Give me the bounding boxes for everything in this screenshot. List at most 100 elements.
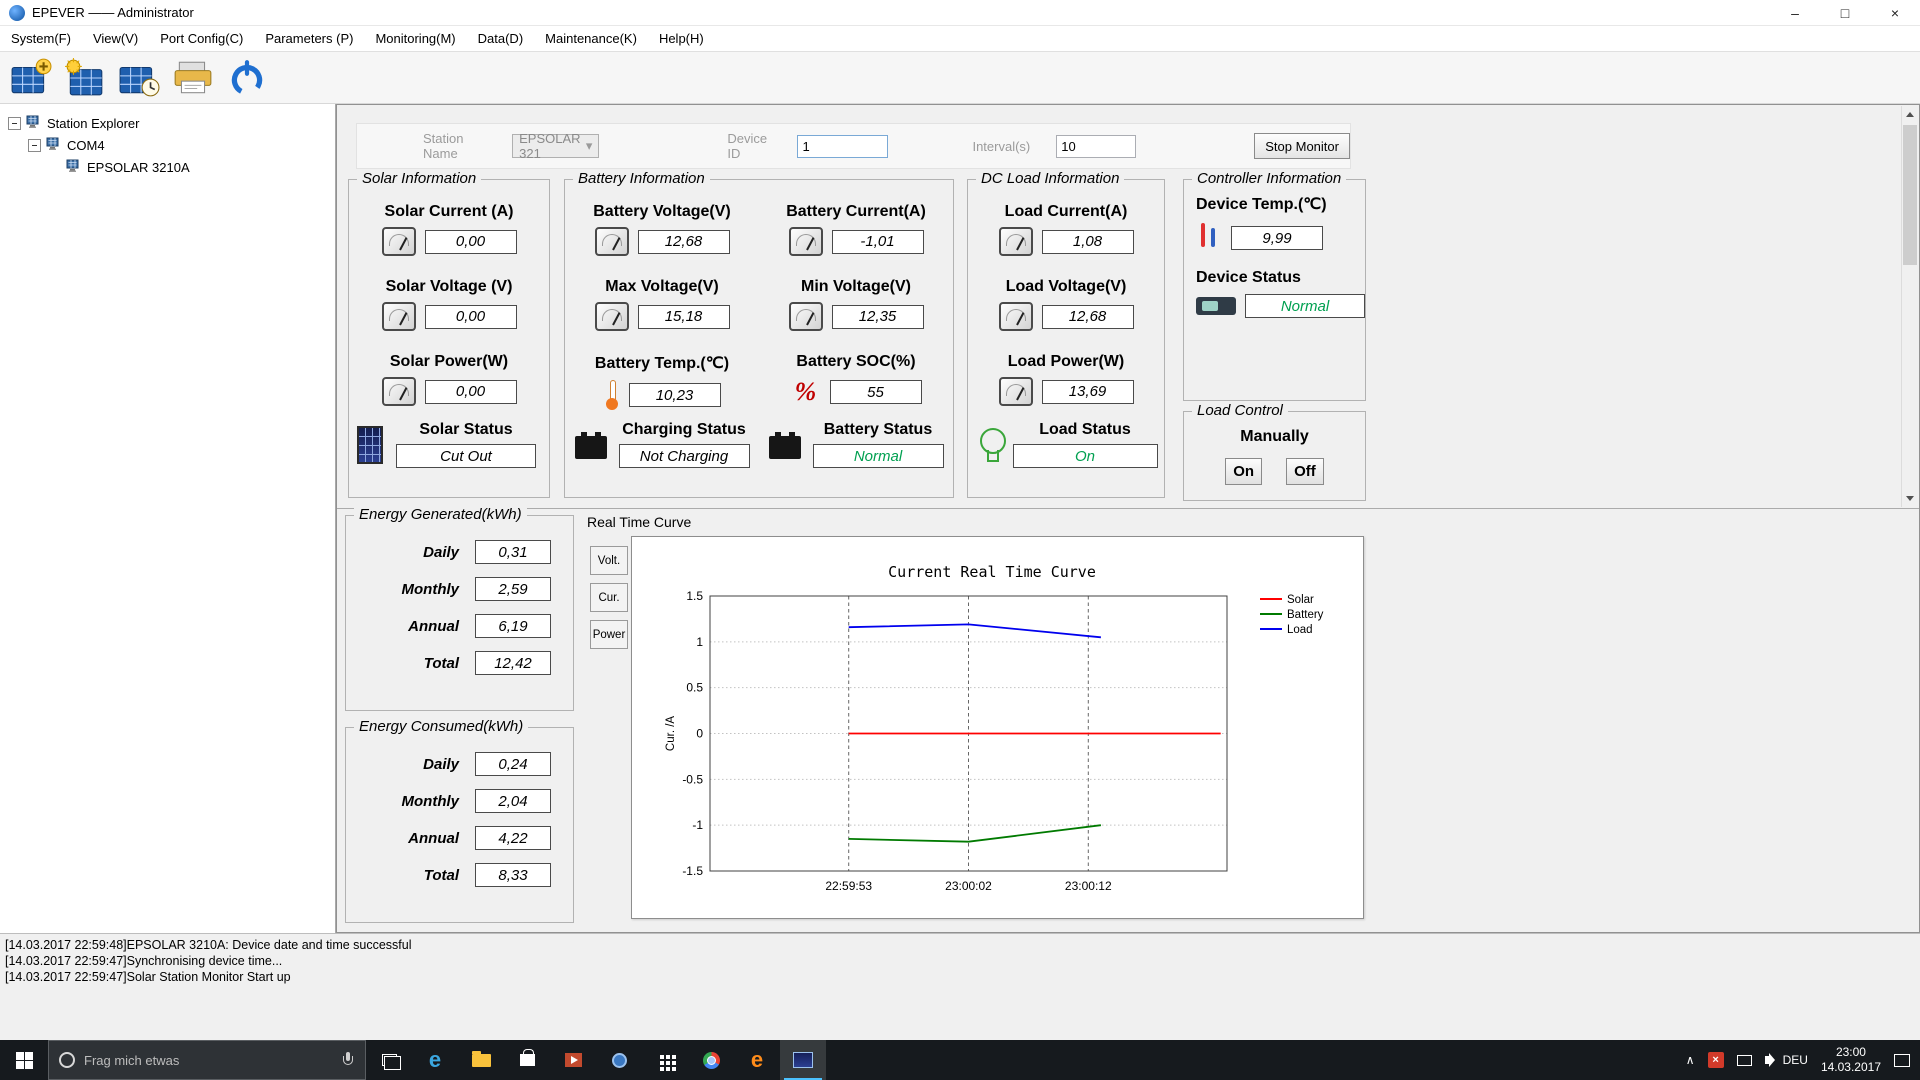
main-panel: Station Name EPSOLAR 321 Device ID Inter… (336, 104, 1920, 933)
device-status-value: Normal (1245, 294, 1365, 318)
station-clock-icon[interactable] (116, 55, 162, 101)
scroll-down-arrow[interactable] (1902, 490, 1918, 507)
start-button[interactable] (0, 1040, 48, 1080)
epever-logo-icon (9, 4, 25, 21)
apps-grid-icon (660, 1055, 664, 1059)
task-view-button[interactable] (366, 1040, 412, 1080)
system-tray: ∧ × DEU 23:00 14.03.2017 (1686, 1045, 1920, 1075)
station-settings-icon[interactable] (62, 55, 108, 101)
blue-app-icon (611, 1052, 627, 1068)
edge-button[interactable]: e (412, 1040, 458, 1080)
solar-power-value: 0,00 (424, 379, 517, 404)
epever-app-button[interactable] (780, 1040, 826, 1080)
display-tray-icon[interactable] (1736, 1054, 1752, 1066)
menu-data[interactable]: Data(D) (467, 26, 535, 52)
epever-app-icon (793, 1052, 813, 1068)
search-input[interactable] (84, 1052, 337, 1068)
menu-monitoring[interactable]: Monitoring(M) (364, 26, 466, 52)
browser-e-icon: e (750, 1047, 764, 1072)
file-explorer-button[interactable] (458, 1040, 504, 1080)
current-real-time-chart: 1.5 1 0.5 0 -0.5 -1 -1.5 22:59:53 23:00:02 23:00:… (632, 537, 1363, 921)
row-label: Annual (408, 617, 459, 635)
tray-time: 23:00 (1835, 1045, 1866, 1059)
tree-node-epsolar-3210a[interactable]: EPSOLAR 3210A (0, 156, 335, 178)
chrome-button[interactable] (688, 1040, 734, 1080)
gauge-icon (788, 302, 823, 331)
interval-input[interactable] (1056, 134, 1137, 158)
energy-row: Monthly 2,59 (346, 577, 551, 601)
language-indicator[interactable]: DEU (1783, 1053, 1808, 1067)
gauge-icon (381, 377, 416, 406)
taskbar-search[interactable] (48, 1040, 366, 1080)
close-button[interactable]: × (1870, 0, 1920, 25)
microphone-icon[interactable] (343, 1052, 353, 1068)
load-status-label: Load Status (1039, 421, 1131, 438)
show-hidden-icons-chevron[interactable]: ∧ (1686, 1053, 1695, 1067)
device-id-input[interactable] (797, 134, 889, 158)
tab-cur[interactable]: Cur. (590, 583, 628, 612)
volume-icon[interactable] (1764, 1053, 1775, 1067)
menu-help[interactable]: Help(H) (648, 26, 715, 52)
tree-node-label: COM4 (67, 137, 105, 153)
tab-power[interactable]: Power (590, 620, 628, 649)
blue-app-button[interactable] (596, 1040, 642, 1080)
power-icon[interactable] (224, 55, 270, 101)
title-bar: EPEVER —— Administrator – □ × (0, 0, 1920, 26)
load-off-button[interactable]: Off (1286, 458, 1324, 485)
menu-maintenance[interactable]: Maintenance(K) (534, 26, 648, 52)
tree-node-station-explorer[interactable]: Station Explorer (0, 112, 335, 134)
log-panel: [14.03.2017 22:59:48]EPSOLAR 3210A: Devi… (0, 933, 1920, 1040)
windows-logo-icon (15, 1051, 33, 1069)
minimize-button[interactable]: – (1770, 0, 1820, 25)
stop-monitor-button[interactable]: Stop Monitor (1254, 133, 1350, 159)
maximize-button[interactable]: □ (1820, 0, 1870, 25)
gauge-icon (381, 227, 416, 256)
controller-icon (1196, 297, 1236, 315)
solar-power-label: Solar Power(W) (389, 353, 509, 370)
scroll-up-arrow[interactable] (1902, 106, 1918, 123)
vertical-scrollbar[interactable] (1901, 106, 1918, 507)
row-value: 8,33 (475, 863, 551, 887)
action-center-icon[interactable] (1894, 1053, 1910, 1067)
energy-row: Daily 0,24 (346, 752, 551, 776)
energy-row: Annual 4,22 (346, 826, 551, 850)
tab-volt[interactable]: Volt. (590, 546, 628, 575)
energy-row: Daily 0,31 (346, 540, 551, 564)
row-value: 2,04 (475, 789, 551, 813)
tree-node-com4[interactable]: COM4 (0, 134, 335, 156)
max-voltage-value: 15,18 (637, 304, 730, 329)
print-device-icon[interactable] (170, 55, 216, 101)
com-port-icon (46, 137, 62, 154)
solar-status-label: Solar Status (419, 421, 513, 438)
collapse-icon[interactable] (28, 138, 41, 152)
video-app-button[interactable] (550, 1040, 596, 1080)
dc-load-information-group: DC Load Information Load Current(A) 1,08… (967, 170, 1165, 498)
row-value: 12,42 (475, 651, 551, 675)
collapse-icon[interactable] (8, 116, 21, 130)
menu-port-config[interactable]: Port Config(C) (149, 26, 254, 52)
browser-e-button[interactable]: e (734, 1040, 780, 1080)
metric-load-power: Load Power(W) 13,69 (968, 340, 1164, 415)
load-on-button[interactable]: On (1225, 458, 1263, 485)
load-power-label: Load Power(W) (1007, 353, 1125, 370)
video-app-icon (564, 1053, 582, 1067)
clock[interactable]: 23:00 14.03.2017 (1821, 1045, 1881, 1075)
red-tray-icon[interactable]: × (1707, 1052, 1724, 1068)
battery-temp-label: Battery Temp.(℃) (594, 355, 730, 372)
add-station-icon[interactable] (8, 55, 54, 101)
all-apps-button[interactable] (642, 1040, 688, 1080)
station-name-select[interactable]: EPSOLAR 321 (512, 131, 600, 161)
menu-parameters[interactable]: Parameters (P) (254, 26, 364, 52)
device-icon (66, 159, 82, 176)
menu-view[interactable]: View(V) (82, 26, 149, 52)
scrollbar-thumb[interactable] (1903, 125, 1917, 265)
menu-system[interactable]: System(F) (0, 26, 82, 52)
svg-text:0.5: 0.5 (686, 681, 703, 695)
row-value: 0,31 (475, 540, 551, 564)
energy-consumed-panel: Energy Consumed(kWh) Daily 0,24 Monthly 2,… (345, 718, 574, 923)
scrollbar-track[interactable] (1902, 265, 1918, 490)
metric-battery-current: Battery Current(A) -1,01 (759, 190, 953, 265)
log-line: [14.03.2017 22:59:47]Synchronising devic… (5, 954, 283, 968)
charging-status-block: Charging Status Not Charging (565, 415, 759, 468)
store-button[interactable] (504, 1040, 550, 1080)
